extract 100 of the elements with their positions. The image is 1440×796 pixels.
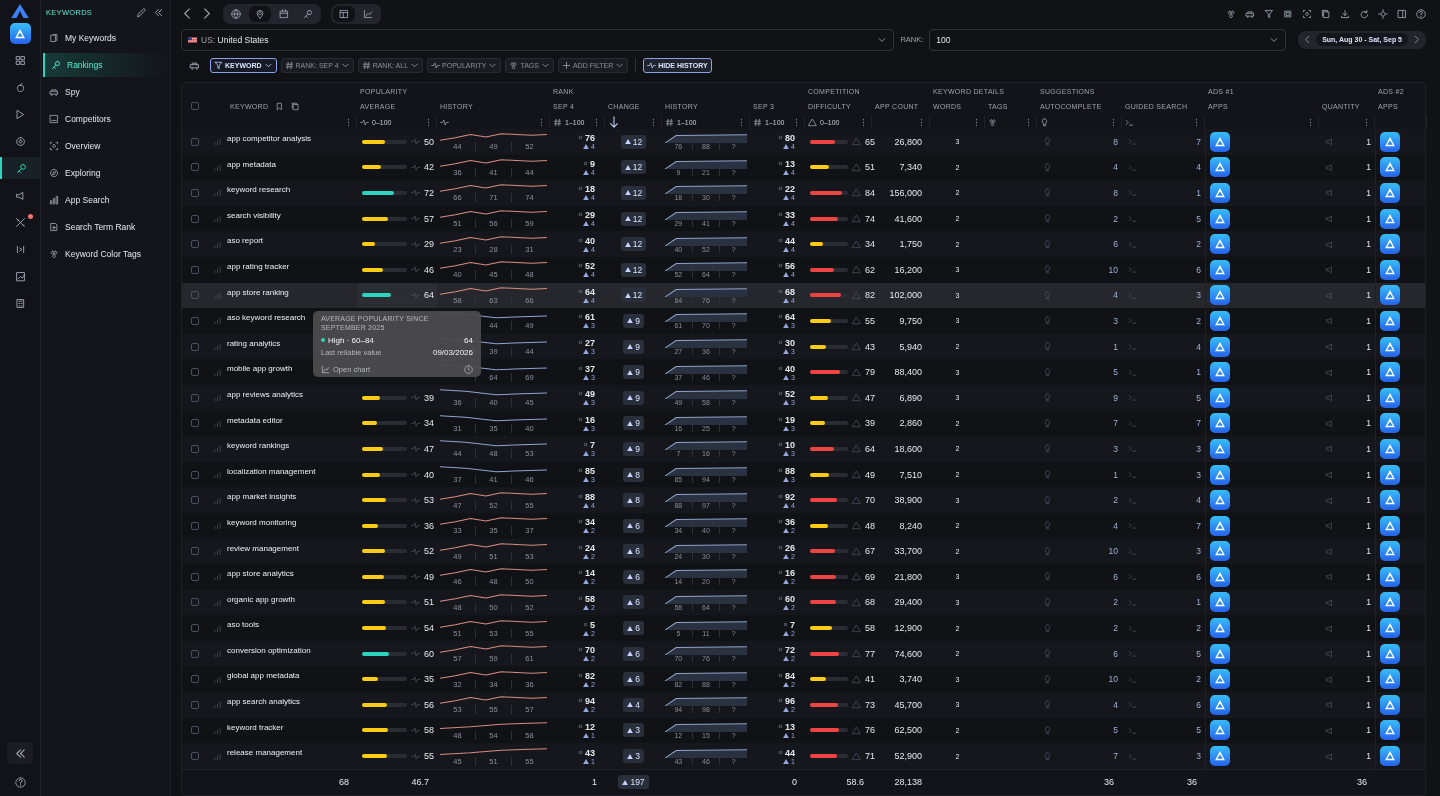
autocomplete-count[interactable]: 4 (1113, 290, 1118, 301)
guided-search-count[interactable]: 2 (1196, 315, 1201, 326)
guided-search-count[interactable]: 6 (1196, 571, 1201, 582)
autocomplete-count[interactable]: 7 (1113, 751, 1118, 762)
tooltip-value: 64 (464, 335, 473, 345)
keyword-text[interactable]: app metadata (227, 159, 276, 169)
sidebar-item[interactable]: Spy (43, 80, 168, 104)
keyword-text[interactable]: app rating tracker (227, 261, 290, 271)
autocomplete-count[interactable]: 6 (1113, 571, 1118, 582)
keyword-text[interactable]: keyword monitoring (227, 517, 297, 527)
sidebar-item[interactable]: Search Term Rank (43, 215, 168, 239)
autocomplete-count[interactable]: 7 (1113, 418, 1118, 429)
keyword-text[interactable]: mobile app growth (227, 364, 293, 374)
rank-value: 58 (585, 594, 595, 604)
popularity-value: 72 (424, 188, 434, 198)
guided-search-count[interactable]: 1 (1196, 188, 1201, 198)
app-count: 2,860 (899, 418, 922, 429)
autocomplete-count[interactable]: 2 (1113, 495, 1118, 506)
keyword-text[interactable]: search visibility (227, 210, 281, 220)
autocomplete-count[interactable]: 3 (1113, 443, 1118, 454)
keyword-text[interactable]: organic app growth (227, 594, 296, 604)
guided-search-count[interactable]: 6 (1196, 699, 1201, 710)
keyword-text[interactable]: conversion optimization (227, 645, 311, 655)
guided-search-count[interactable]: 7 (1196, 418, 1201, 429)
guided-search-count[interactable]: 4 (1196, 162, 1201, 173)
keyword-text[interactable]: localization management (227, 466, 316, 476)
change-value: 9 (635, 418, 640, 429)
autocomplete-count[interactable]: 3 (1113, 315, 1118, 326)
sidebar-item[interactable]: Competitors (43, 107, 168, 131)
rank-select[interactable]: 100 (929, 28, 1287, 51)
guided-search-count[interactable]: 1 (1196, 597, 1201, 608)
autocomplete-count[interactable]: 6 (1113, 648, 1118, 659)
keyword-text[interactable]: keyword rankings (227, 441, 290, 451)
autocomplete-count[interactable]: 2 (1113, 623, 1118, 634)
keyword-text[interactable]: aso report (227, 236, 264, 246)
autocomplete-count[interactable]: 6 (1113, 239, 1118, 250)
guided-search-count[interactable]: 5 (1196, 725, 1201, 736)
keyword-text[interactable]: keyword tracker (227, 722, 284, 732)
keyword-text[interactable]: app reviews analytics (227, 389, 304, 399)
autocomplete-count[interactable]: 8 (1113, 188, 1118, 198)
autocomplete-count[interactable]: 5 (1113, 725, 1118, 736)
sidebar-item[interactable]: My Keywords (43, 26, 168, 50)
autocomplete-count[interactable]: 8 (1113, 136, 1118, 147)
guided-search-count[interactable]: 2 (1196, 674, 1201, 685)
keyword-text[interactable]: app search analytics (227, 697, 300, 707)
keyword-text[interactable]: app market insights (227, 492, 297, 502)
rank-value: 61 (585, 312, 595, 323)
guided-search-count[interactable]: 6 (1196, 264, 1201, 275)
difficulty-value: 65 (865, 136, 875, 147)
sidebar-item[interactable]: Keyword Color Tags (43, 242, 168, 266)
keyword-text[interactable]: app competitor analysis (227, 134, 312, 143)
guided-search-count[interactable]: 3 (1196, 546, 1201, 557)
guided-search-count[interactable]: 3 (1196, 469, 1201, 480)
sidebar-item[interactable]: App Search (43, 188, 168, 212)
popularity-value: 54 (424, 623, 434, 634)
autocomplete-count[interactable]: 2 (1113, 213, 1118, 224)
change-value: 6 (635, 623, 640, 634)
guided-search-count[interactable]: 5 (1196, 648, 1201, 659)
guided-search-count[interactable]: 3 (1196, 751, 1201, 762)
autocomplete-count[interactable]: 4 (1113, 162, 1118, 173)
rank-value: 60 (785, 594, 795, 604)
guided-search-count[interactable]: 1 (1196, 367, 1201, 378)
keyword-text[interactable]: metadata editor (227, 415, 283, 425)
guided-search-count[interactable]: 7 (1196, 136, 1201, 147)
guided-search-count[interactable]: 5 (1196, 213, 1201, 224)
rank-value: 72 (785, 645, 795, 656)
difficulty-value: 39 (865, 418, 875, 429)
rank-value: 34 (585, 517, 595, 528)
autocomplete-count[interactable]: 2 (1113, 597, 1118, 608)
guided-search-count[interactable]: 3 (1196, 290, 1201, 301)
keyword-text[interactable]: aso tools (227, 620, 260, 630)
keyword-text[interactable]: global app metadata (227, 671, 300, 681)
autocomplete-count[interactable]: 10 (1108, 674, 1118, 685)
autocomplete-count[interactable]: 1 (1113, 469, 1118, 480)
guided-search-count[interactable]: 7 (1196, 520, 1201, 531)
sidebar-item[interactable]: Overview (43, 134, 168, 158)
autocomplete-count[interactable]: 4 (1113, 699, 1118, 710)
autocomplete-count[interactable]: 1 (1113, 341, 1118, 352)
keyword-text[interactable]: rating analytics (227, 338, 281, 348)
keyword-text[interactable]: app store analytics (227, 569, 294, 579)
guided-search-count[interactable]: 5 (1196, 392, 1201, 403)
keyword-text[interactable]: keyword research (227, 185, 291, 195)
autocomplete-count[interactable]: 10 (1108, 546, 1118, 557)
keyword-text[interactable]: release management (227, 748, 303, 758)
sidebar-item[interactable]: Exploring (43, 161, 168, 185)
country-select[interactable]: US: United States (181, 28, 895, 51)
autocomplete-count[interactable]: 5 (1113, 367, 1118, 378)
guided-search-count[interactable]: 4 (1196, 341, 1201, 352)
guided-search-count[interactable]: 4 (1196, 495, 1201, 506)
keyword-text[interactable]: aso keyword research (227, 313, 306, 323)
guided-search-count[interactable]: 3 (1196, 443, 1201, 454)
popularity-band-label: High · 60–84 (328, 335, 374, 345)
keyword-text[interactable]: review management (227, 543, 300, 553)
guided-search-count[interactable]: 2 (1196, 239, 1201, 250)
keyword-text[interactable]: app store ranking (227, 287, 289, 297)
change-value: 3 (635, 751, 640, 762)
autocomplete-count[interactable]: 10 (1108, 264, 1118, 275)
guided-search-count[interactable]: 2 (1196, 623, 1201, 634)
autocomplete-count[interactable]: 9 (1113, 392, 1118, 403)
autocomplete-count[interactable]: 4 (1113, 520, 1118, 531)
